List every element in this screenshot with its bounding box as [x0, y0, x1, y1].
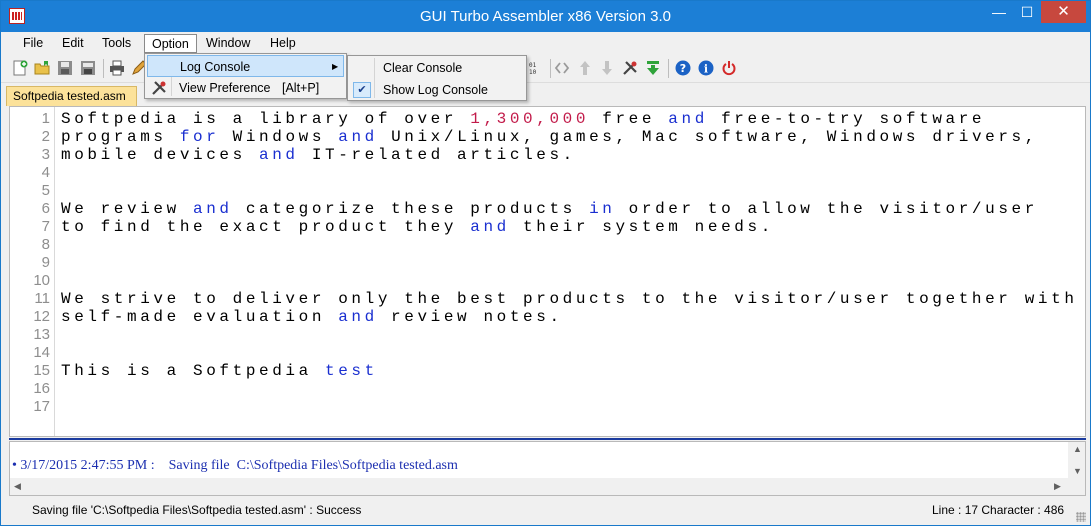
menu-item-label: View Preference: [179, 81, 271, 95]
app-window: GUI Turbo Assembler x86 Version 3.0 — ☐ …: [0, 0, 1091, 526]
menu-window[interactable]: Window: [199, 34, 257, 53]
window-title: GUI Turbo Assembler x86 Version 3.0: [420, 8, 671, 25]
log-horizontal-scrollbar[interactable]: ◀ ▶: [10, 478, 1085, 495]
minimize-button[interactable]: —: [986, 1, 1012, 23]
line-number: 3: [41, 146, 50, 163]
scroll-down-icon[interactable]: ▼: [1073, 466, 1082, 476]
menu-file[interactable]: File: [16, 34, 50, 53]
line-number: 1: [41, 110, 50, 127]
menu-item-view-preference[interactable]: View Preference [Alt+P]: [147, 77, 344, 99]
binary-icon[interactable]: 0110: [529, 60, 545, 76]
save-all-icon[interactable]: [80, 60, 96, 76]
code-brackets-icon[interactable]: [554, 60, 570, 76]
tools-icon: [152, 81, 166, 95]
cursor-position: Line : 17 Character : 486: [932, 503, 1065, 517]
svg-text:01: 01: [529, 62, 537, 69]
svg-text:?: ?: [680, 62, 686, 75]
new-file-icon[interactable]: [12, 60, 28, 76]
line-number: 12: [33, 308, 50, 325]
arrow-down-icon[interactable]: [599, 60, 615, 76]
toolbar-separator: [668, 59, 669, 78]
code-line: Softpedia is a library of over 1,300,000…: [61, 110, 986, 128]
line-number: 17: [33, 398, 50, 415]
line-number: 15: [33, 362, 50, 379]
check-icon: ✔: [353, 82, 371, 98]
code-line: programs for Windows and Unix/Linux, gam…: [61, 128, 1038, 146]
menu-help[interactable]: Help: [263, 34, 303, 53]
scroll-right-icon[interactable]: ▶: [1054, 481, 1061, 492]
menu-bar: File Edit Tools Option Window Help: [1, 32, 1090, 54]
line-number: 7: [41, 218, 50, 235]
toolbar-separator: [103, 59, 104, 78]
code-line: self-made evaluation and review notes.: [61, 308, 563, 326]
menu-item-log-console[interactable]: Log Console ▶: [147, 55, 344, 77]
menu-item-shortcut: [Alt+P]: [282, 81, 320, 95]
svg-text:10: 10: [529, 69, 537, 76]
maximize-button[interactable]: ☐: [1014, 1, 1040, 23]
code-line: mobile devices and IT-related articles.: [61, 146, 576, 164]
line-number: 8: [41, 236, 50, 253]
code-line: to find the exact product they and their…: [61, 218, 774, 236]
menu-tools[interactable]: Tools: [95, 34, 138, 53]
log-vertical-scrollbar[interactable]: ▲ ▼: [1068, 442, 1085, 479]
svg-text:i: i: [704, 63, 708, 76]
info-icon[interactable]: i: [698, 60, 714, 76]
scroll-left-icon[interactable]: ◀: [14, 481, 21, 492]
line-number: 16: [33, 380, 50, 397]
line-number: 6: [41, 200, 50, 217]
arrow-up-icon[interactable]: [577, 60, 593, 76]
power-icon[interactable]: [721, 60, 737, 76]
line-number: 5: [41, 182, 50, 199]
panel-splitter[interactable]: [9, 438, 1086, 440]
line-number-gutter: 1 2 3 4 5 6 7 8 9 10 11 12 13 14 15 16 17: [10, 107, 55, 436]
save-icon[interactable]: [57, 60, 73, 76]
menu-option[interactable]: Option: [144, 34, 197, 53]
line-number: 13: [33, 326, 50, 343]
scroll-up-icon[interactable]: ▲: [1073, 444, 1082, 454]
menu-item-clear-console[interactable]: Clear Console: [350, 57, 524, 79]
menu-item-label: Log Console: [180, 60, 251, 74]
log-entry: • 3/17/2015 2:47:55 PM : Saving file C:\…: [12, 458, 458, 473]
code-line: We strive to deliver only the best produ…: [61, 290, 1078, 308]
line-number: 4: [41, 164, 50, 181]
menu-item-label: Show Log Console: [383, 83, 488, 97]
close-button[interactable]: ✕: [1041, 1, 1086, 23]
open-folder-icon[interactable]: [34, 60, 50, 76]
log-console-submenu: Clear Console ✔ Show Log Console: [347, 55, 527, 101]
title-bar: GUI Turbo Assembler x86 Version 3.0 — ☐ …: [1, 1, 1090, 32]
line-number: 10: [33, 272, 50, 289]
code-editor[interactable]: 1 2 3 4 5 6 7 8 9 10 11 12 13 14 15 16 17 Softpedia is a…: [9, 106, 1086, 437]
toolbar-separator: [550, 59, 551, 78]
status-message: Saving file 'C:\Softpedia Files\Softpedi…: [32, 503, 362, 517]
menu-item-show-log-console[interactable]: ✔ Show Log Console: [350, 79, 524, 101]
submenu-arrow-icon: ▶: [332, 62, 339, 71]
build-tools-icon[interactable]: [622, 60, 638, 76]
code-line: We review and categorize these products …: [61, 200, 1038, 218]
menu-item-label: Clear Console: [383, 61, 463, 75]
menu-edit[interactable]: Edit: [55, 34, 91, 53]
log-console[interactable]: • 3/17/2015 2:47:55 PM : Saving file C:\…: [9, 441, 1086, 496]
download-run-icon[interactable]: [645, 60, 661, 76]
option-menu-dropdown: Log Console ▶ View Preference [Alt+P]: [144, 53, 347, 99]
status-bar: Saving file 'C:\Softpedia Files\Softpedi…: [1, 498, 1090, 525]
help-icon[interactable]: ?: [675, 60, 691, 76]
line-number: 9: [41, 254, 50, 271]
line-number: 2: [41, 128, 50, 145]
line-number: 11: [34, 290, 50, 307]
print-icon[interactable]: [109, 60, 125, 76]
tab-softpedia-tested[interactable]: Softpedia tested.asm: [6, 86, 137, 106]
line-number: 14: [33, 344, 50, 361]
resize-grip-icon[interactable]: [1076, 512, 1086, 522]
code-line: This is a Softpedia test: [61, 362, 378, 380]
